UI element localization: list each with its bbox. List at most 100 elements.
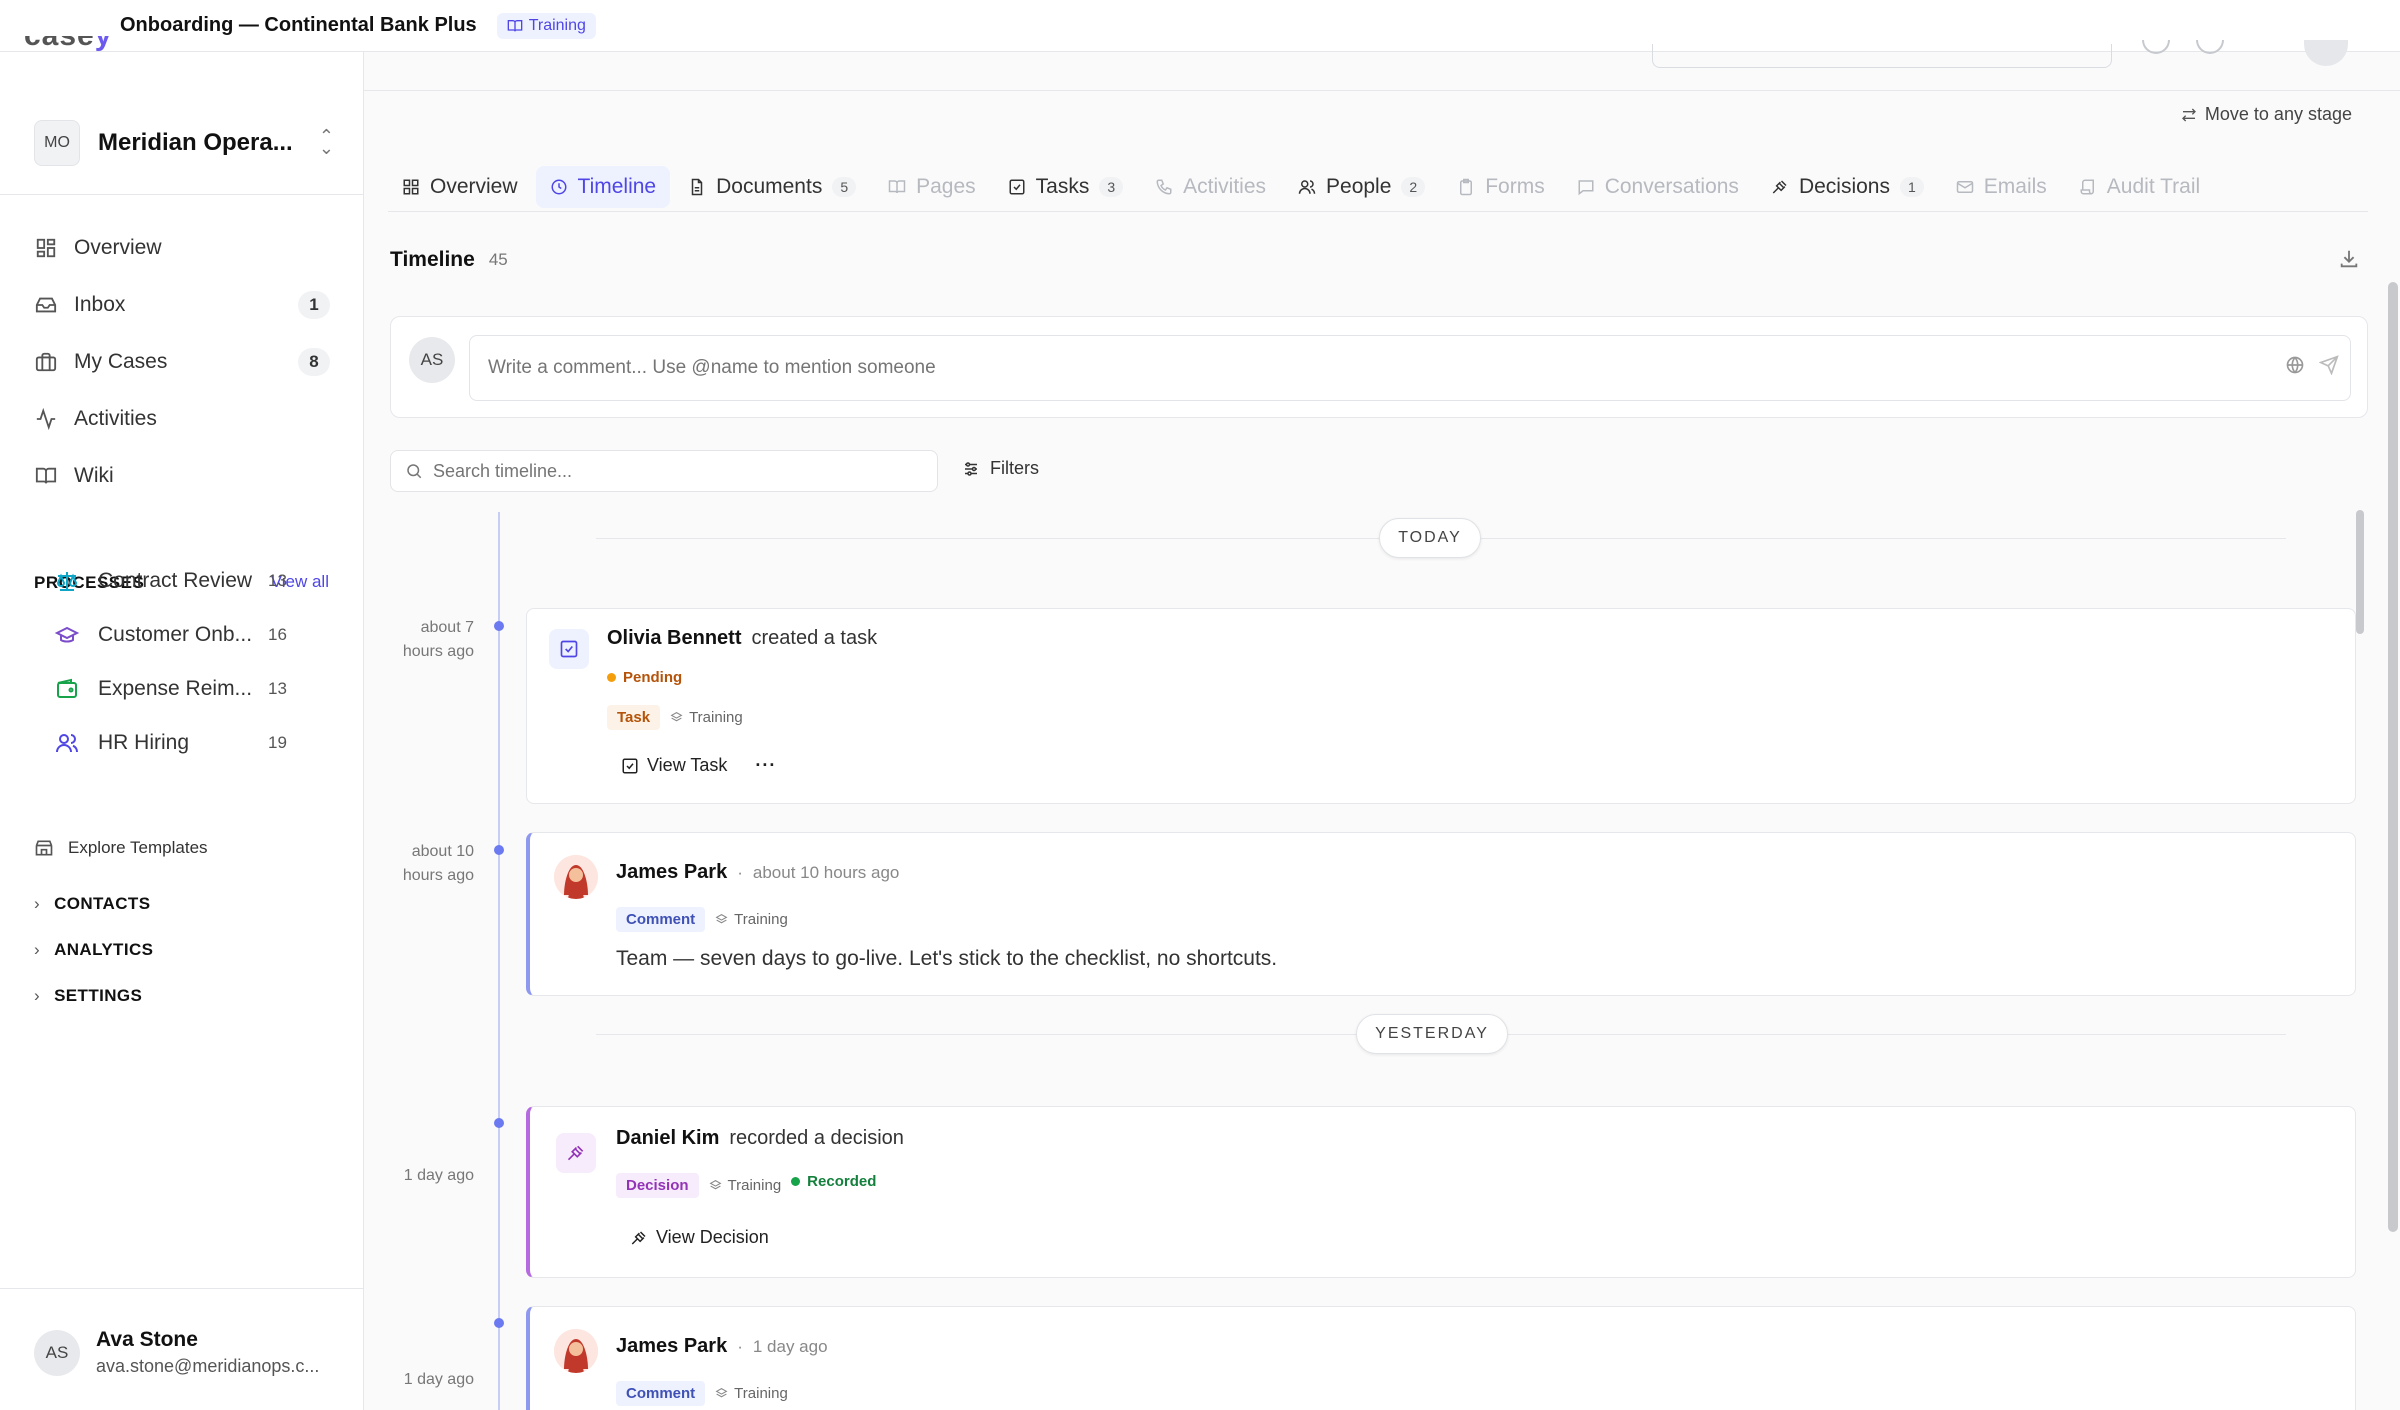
tab-conversations[interactable]: Conversations <box>1563 166 1753 208</box>
more-options-icon[interactable]: ··· <box>755 755 776 776</box>
check-square-icon <box>1009 179 1025 194</box>
process-customer-onboarding[interactable]: Customer Onb... 16 <box>54 615 294 655</box>
move-to-stage-button[interactable]: Move to any stage <box>2181 104 2352 125</box>
users-icon <box>54 730 80 756</box>
help-icon[interactable] <box>2142 40 2170 54</box>
case-tabs: Overview Timeline Documents 5 Pages Task… <box>388 162 2368 212</box>
explore-templates-link[interactable]: Explore Templates <box>34 838 208 858</box>
event-actor[interactable]: James Park <box>616 861 727 884</box>
chevron-right-icon: › <box>34 940 41 959</box>
sliders-icon <box>965 461 977 476</box>
users-icon <box>1298 179 1316 194</box>
workspace-avatar: MO <box>34 120 80 166</box>
page-scrollbar[interactable] <box>2388 282 2398 1232</box>
file-icon <box>691 178 703 195</box>
stage-tag: Training <box>709 1177 781 1194</box>
nav-my-cases[interactable]: My Cases 8 <box>34 340 330 384</box>
book-icon <box>888 179 906 193</box>
tab-tasks[interactable]: Tasks 3 <box>994 166 1137 208</box>
clipboard-icon <box>1460 178 1473 195</box>
status-badge: Pending <box>607 669 682 686</box>
mail-icon <box>1956 180 1974 193</box>
gavel-icon <box>631 1230 646 1245</box>
tab-forms[interactable]: Forms <box>1443 166 1559 208</box>
event-actor[interactable]: Olivia Bennett <box>607 627 741 650</box>
day-separator-line <box>1486 1034 2286 1035</box>
layers-icon <box>715 914 728 924</box>
search-icon <box>407 464 422 479</box>
tab-pages[interactable]: Pages <box>874 166 990 208</box>
timeline-dot <box>494 845 504 855</box>
clock-icon <box>551 179 567 194</box>
timeline-heading: Timeline 45 <box>390 248 508 271</box>
tab-decisions[interactable]: Decisions 1 <box>1757 166 1938 208</box>
tab-overview[interactable]: Overview <box>388 166 532 208</box>
tab-timeline[interactable]: Timeline <box>535 165 671 208</box>
timeline-dot <box>494 1118 504 1128</box>
tab-emails[interactable]: Emails <box>1942 166 2061 208</box>
tab-activities[interactable]: Activities <box>1141 166 1280 208</box>
chevron-right-icon: › <box>34 986 41 1005</box>
comment-body: Team — seven days to go-live. Let's stic… <box>616 947 1278 970</box>
layers-icon <box>670 712 683 722</box>
nav-activities[interactable]: Activities <box>34 397 330 441</box>
filters-button[interactable]: Filters <box>962 458 1039 479</box>
section-contacts[interactable]: › CONTACTS <box>34 894 150 914</box>
comment-input[interactable] <box>469 335 2351 401</box>
tab-people[interactable]: People 2 <box>1284 166 1439 208</box>
download-icon[interactable] <box>2338 248 2360 275</box>
arrows-swap-icon <box>2181 108 2196 121</box>
event-time: 1 day ago <box>403 1371 474 1388</box>
process-hr-hiring[interactable]: HR Hiring 19 <box>54 723 294 763</box>
timeline-scrollbar[interactable] <box>2356 510 2364 634</box>
nav-inbox[interactable]: Inbox 1 <box>34 283 330 327</box>
scale-icon <box>54 568 80 594</box>
user-name: Ava Stone <box>96 1328 198 1351</box>
section-settings[interactable]: › SETTINGS <box>34 986 142 1006</box>
layers-icon <box>715 1388 728 1398</box>
message-icon <box>1578 179 1594 195</box>
store-icon <box>35 840 53 856</box>
timeline-rail <box>498 512 500 1410</box>
avatar: AS <box>409 337 455 383</box>
event-actor[interactable]: James Park <box>616 1335 727 1358</box>
grid-icon <box>403 179 419 194</box>
activity-icon <box>34 407 58 431</box>
timeline-event-task: Olivia Bennett created a task Pending Ta… <box>526 608 2356 804</box>
tab-documents[interactable]: Documents 5 <box>674 166 870 208</box>
nav-wiki[interactable]: Wiki <box>34 454 330 498</box>
timeline-count: 45 <box>488 250 508 269</box>
case-title: Onboarding — Continental Bank Plus <box>120 14 477 36</box>
app-logo: casey <box>24 36 112 52</box>
process-contract-review[interactable]: Contract Review 13 <box>54 561 294 601</box>
event-timestamp: about 10 hours ago <box>752 862 900 882</box>
event-actor[interactable]: Daniel Kim <box>616 1127 719 1150</box>
chevron-right-icon: › <box>34 894 41 913</box>
status-badge: Recorded <box>791 1173 876 1190</box>
timeline-search-input[interactable] <box>433 460 913 482</box>
grid-icon <box>34 236 58 260</box>
user-profile[interactable]: AS Ava Stone ava.stone@meridianops.c... <box>34 1328 319 1377</box>
notification-icon[interactable] <box>2196 40 2224 54</box>
view-task-button[interactable]: View Task <box>621 755 727 776</box>
globe-icon[interactable] <box>2285 355 2305 380</box>
global-search-input[interactable] <box>1652 44 2112 68</box>
timeline-event-comment: James Park · about 10 hours ago Comment … <box>526 832 2356 996</box>
nav-overview[interactable]: Overview <box>34 226 330 270</box>
section-analytics[interactable]: › ANALYTICS <box>34 940 153 960</box>
tab-audit-trail[interactable]: Audit Trail <box>2065 166 2214 208</box>
stage-tag: Training <box>670 709 743 726</box>
workspace-switcher[interactable]: MO Meridian Opera... ⌃ ⌄ <box>34 120 334 166</box>
day-label-today: TODAY <box>1379 518 1481 558</box>
send-icon[interactable] <box>2318 355 2339 380</box>
process-expense-reimbursement[interactable]: Expense Reim... 13 <box>54 669 294 709</box>
view-decision-button[interactable]: View Decision <box>630 1227 769 1248</box>
timeline-search <box>390 450 938 492</box>
event-time: about 10 hours ago <box>402 843 474 884</box>
layers-icon <box>709 1180 722 1190</box>
divider <box>0 194 364 195</box>
avatar <box>554 855 598 899</box>
timeline-event-decision: Daniel Kim recorded a decision Decision … <box>526 1106 2356 1278</box>
stage-tag: Training <box>715 911 788 928</box>
day-label-yesterday: YESTERDAY <box>1356 1014 1508 1054</box>
